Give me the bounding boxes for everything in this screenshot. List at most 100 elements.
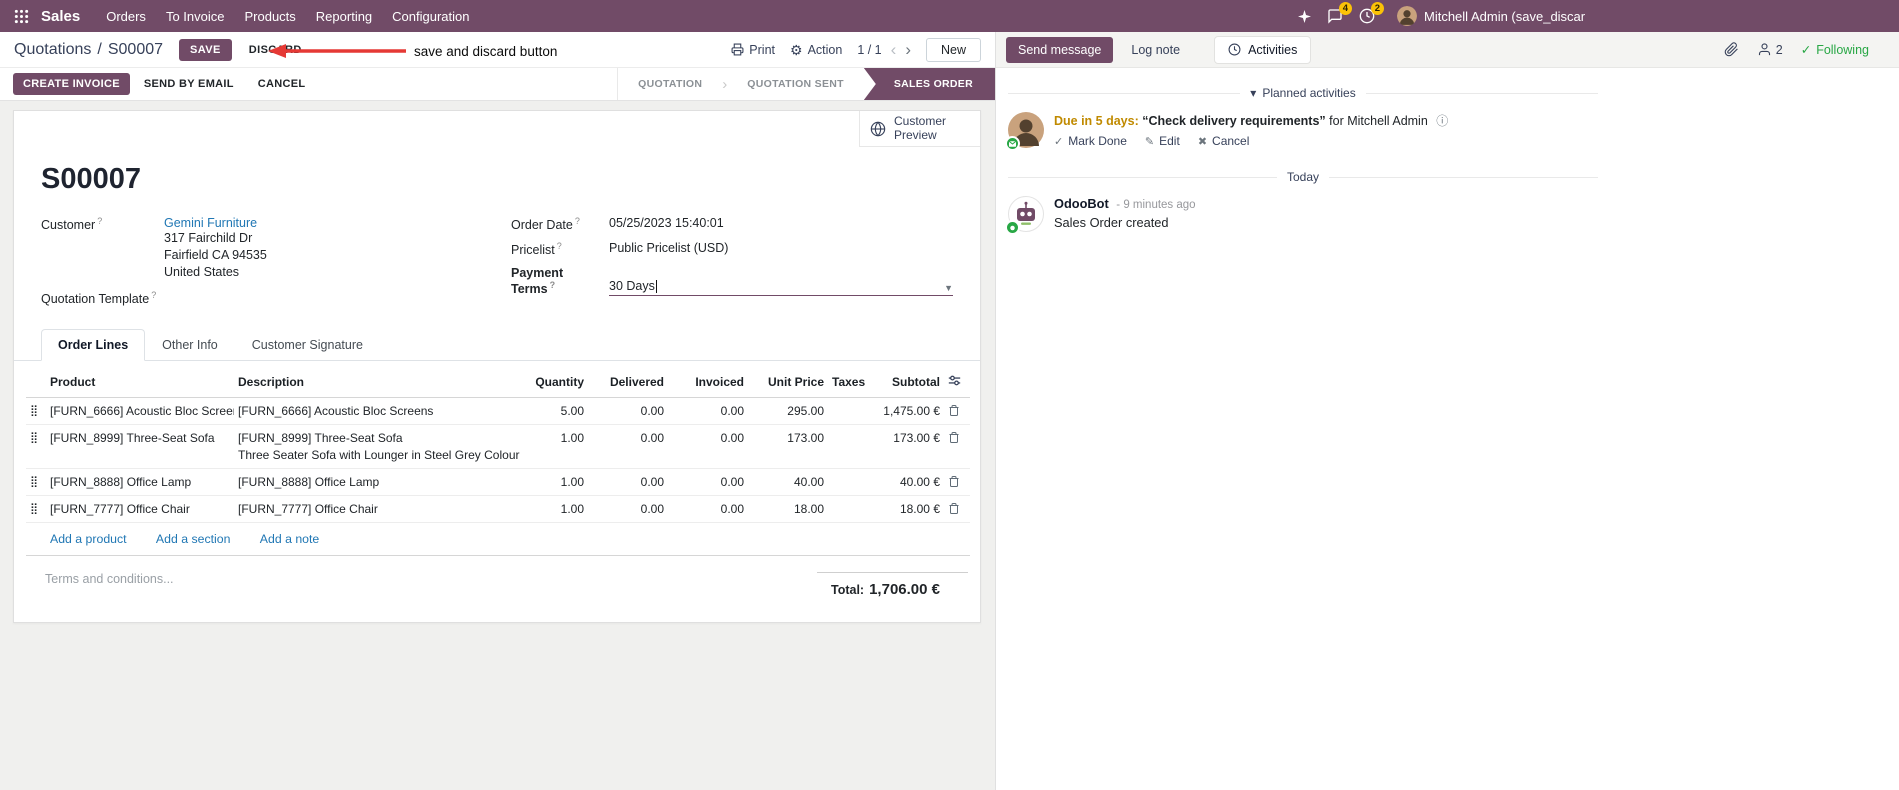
terms-placeholder[interactable]: Terms and conditions... <box>45 572 174 598</box>
print-button[interactable]: Print <box>731 43 775 57</box>
cell-description[interactable]: [FURN_8999] Three-Seat Sofa Three Seater… <box>234 424 530 469</box>
order-line-row[interactable]: ⣿ [FURN_8999] Three-Seat Sofa [FURN_8999… <box>26 424 970 469</box>
cell-description[interactable]: [FURN_7777] Office Chair <box>234 495 530 523</box>
tab-other-info[interactable]: Other Info <box>145 329 235 361</box>
cell-quantity[interactable]: 5.00 <box>530 398 588 425</box>
delete-line-icon[interactable] <box>944 468 970 496</box>
quotation-template-field[interactable] <box>164 290 511 306</box>
order-line-row[interactable]: ⣿ [FURN_6666] Acoustic Bloc Screens [FUR… <box>26 398 970 425</box>
menu-products[interactable]: Products <box>234 2 305 31</box>
delete-line-icon[interactable] <box>944 424 970 469</box>
drag-handle-icon[interactable]: ⣿ <box>26 424 46 469</box>
order-line-row[interactable]: ⣿ [FURN_8888] Office Lamp [FURN_8888] Of… <box>26 468 970 496</box>
drag-handle-icon[interactable]: ⣿ <box>26 468 46 496</box>
add-section-link[interactable]: Add a section <box>156 532 231 546</box>
cell-product[interactable]: [FURN_8999] Three-Seat Sofa <box>46 424 234 469</box>
cell-taxes[interactable] <box>828 398 874 425</box>
add-note-link[interactable]: Add a note <box>260 532 320 546</box>
send-by-email-button[interactable]: SEND BY EMAIL <box>134 73 244 95</box>
cell-quantity[interactable]: 1.00 <box>530 468 588 496</box>
cell-product[interactable]: [FURN_8888] Office Lamp <box>46 468 234 496</box>
action-button[interactable]: ⚙ Action <box>790 43 842 57</box>
activities-clock-icon[interactable]: 2 <box>1359 2 1384 24</box>
app-name[interactable]: Sales <box>41 8 80 25</box>
cell-delivered[interactable]: 0.00 <box>588 468 668 496</box>
cell-unit-price[interactable]: 40.00 <box>748 468 828 496</box>
cell-description[interactable]: [FURN_6666] Acoustic Bloc Screens <box>234 398 530 425</box>
mark-done-button[interactable]: ✓ Mark Done <box>1054 134 1127 148</box>
col-invoiced[interactable]: Invoiced <box>668 367 748 399</box>
col-taxes[interactable]: Taxes <box>828 367 874 399</box>
customer-link[interactable]: Gemini Furniture <box>164 216 257 230</box>
payment-terms-input[interactable]: 30 Days ▼ <box>609 266 953 297</box>
order-date-value[interactable]: 05/25/2023 15:40:01 <box>609 216 953 232</box>
drag-handle-icon[interactable]: ⣿ <box>26 398 46 425</box>
cell-invoiced[interactable]: 0.00 <box>668 424 748 469</box>
dark-mode-icon[interactable] <box>1298 9 1311 23</box>
tab-customer-signature[interactable]: Customer Signature <box>235 329 380 361</box>
pager-previous-icon[interactable]: ‹ <box>891 40 897 60</box>
chevron-down-icon[interactable]: ▼ <box>944 283 953 293</box>
cell-unit-price[interactable]: 295.00 <box>748 398 828 425</box>
menu-orders[interactable]: Orders <box>96 2 156 31</box>
cell-taxes[interactable] <box>828 424 874 469</box>
cell-taxes[interactable] <box>828 468 874 496</box>
cancel-activity-button[interactable]: ✖ Cancel <box>1198 134 1250 148</box>
menu-to-invoice[interactable]: To Invoice <box>156 2 235 31</box>
new-button[interactable]: New <box>925 37 981 62</box>
col-unit-price[interactable]: Unit Price <box>748 367 828 399</box>
menu-configuration[interactable]: Configuration <box>382 2 479 31</box>
message-author[interactable]: OdooBot <box>1054 196 1109 211</box>
info-icon[interactable]: ⓘ <box>1436 114 1448 128</box>
order-line-row[interactable]: ⣿ [FURN_7777] Office Chair [FURN_7777] O… <box>26 495 970 523</box>
col-description[interactable]: Description <box>234 367 530 399</box>
log-note-button[interactable]: Log note <box>1121 37 1190 63</box>
col-product[interactable]: Product <box>46 367 234 399</box>
status-step-sales-order[interactable]: SALES ORDER <box>863 68 995 100</box>
pricelist-value[interactable]: Public Pricelist (USD) <box>609 241 953 257</box>
pager-next-icon[interactable]: › <box>905 40 911 60</box>
cancel-order-button[interactable]: CANCEL <box>248 73 316 95</box>
add-product-link[interactable]: Add a product <box>50 532 127 546</box>
edit-activity-button[interactable]: ✎ Edit <box>1145 134 1180 148</box>
cell-invoiced[interactable]: 0.00 <box>668 495 748 523</box>
cell-taxes[interactable] <box>828 495 874 523</box>
optional-columns-icon[interactable] <box>944 367 970 399</box>
customer-preview-button[interactable]: Customer Preview <box>859 111 980 147</box>
cell-product[interactable]: [FURN_7777] Office Chair <box>46 495 234 523</box>
create-invoice-button[interactable]: CREATE INVOICE <box>13 73 130 95</box>
col-quantity[interactable]: Quantity <box>530 367 588 399</box>
menu-reporting[interactable]: Reporting <box>306 2 382 31</box>
cell-description[interactable]: [FURN_8888] Office Lamp <box>234 468 530 496</box>
activities-button[interactable]: Activities <box>1214 35 1312 64</box>
drag-handle-icon[interactable]: ⣿ <box>26 495 46 523</box>
cell-unit-price[interactable]: 18.00 <box>748 495 828 523</box>
attachment-icon[interactable] <box>1724 42 1739 57</box>
cell-product[interactable]: [FURN_6666] Acoustic Bloc Screens <box>46 398 234 425</box>
planned-activities-toggle[interactable]: ▾ Planned activities <box>1250 86 1355 100</box>
cell-delivered[interactable]: 0.00 <box>588 398 668 425</box>
delete-line-icon[interactable] <box>944 495 970 523</box>
col-subtotal[interactable]: Subtotal <box>874 367 944 399</box>
status-step-quotation[interactable]: QUOTATION <box>618 68 722 100</box>
messages-icon[interactable]: 4 <box>1327 2 1352 24</box>
apps-grid-icon[interactable] <box>8 5 35 28</box>
cell-quantity[interactable]: 1.00 <box>530 495 588 523</box>
followers-button[interactable]: 2 <box>1757 42 1783 57</box>
cell-quantity[interactable]: 1.00 <box>530 424 588 469</box>
delete-line-icon[interactable] <box>944 398 970 425</box>
save-button[interactable]: SAVE <box>179 38 232 61</box>
status-step-quotation-sent[interactable]: QUOTATION SENT <box>727 68 864 100</box>
cell-delivered[interactable]: 0.00 <box>588 424 668 469</box>
cell-delivered[interactable]: 0.00 <box>588 495 668 523</box>
following-button[interactable]: ✓ Following <box>1801 42 1869 58</box>
send-message-button[interactable]: Send message <box>1006 36 1114 63</box>
cell-invoiced[interactable]: 0.00 <box>668 468 748 496</box>
discard-button[interactable]: DISCARD <box>240 39 311 61</box>
col-delivered[interactable]: Delivered <box>588 367 668 399</box>
cell-unit-price[interactable]: 173.00 <box>748 424 828 469</box>
breadcrumb-quotations[interactable]: Quotations <box>14 41 91 59</box>
tab-order-lines[interactable]: Order Lines <box>41 329 146 362</box>
user-menu[interactable]: Mitchell Admin (save_discar <box>1397 6 1585 26</box>
cell-invoiced[interactable]: 0.00 <box>668 398 748 425</box>
